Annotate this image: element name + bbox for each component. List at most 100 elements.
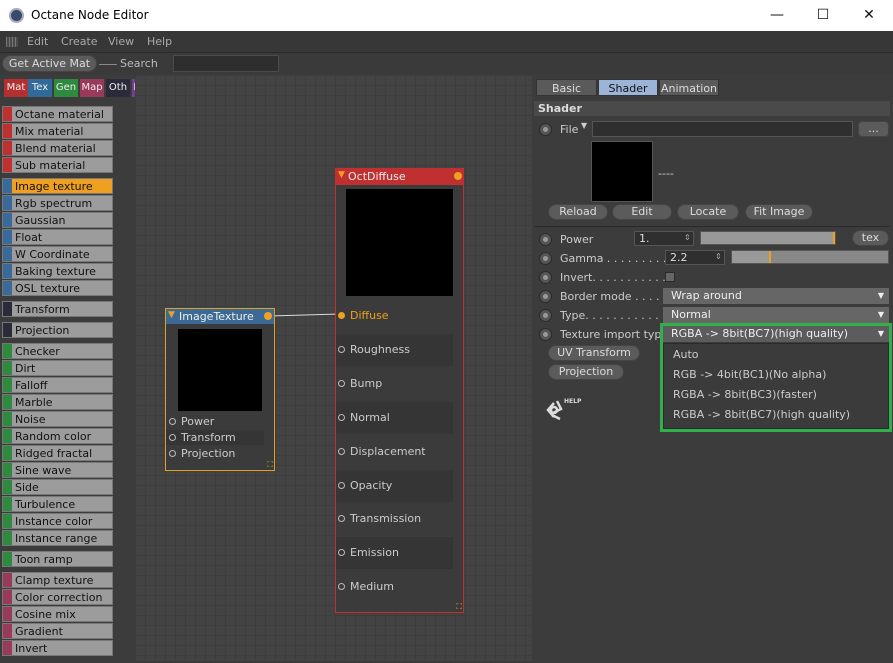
minimize-button[interactable]: — bbox=[754, 0, 800, 31]
oct-diffuse-header[interactable]: ▼ OctDiffuse bbox=[336, 169, 463, 185]
sidebar-item-blend-material[interactable]: Blend material bbox=[2, 140, 113, 156]
sidebar-item-octane-material[interactable]: Octane material bbox=[2, 106, 113, 122]
sidebar-item-image-texture[interactable]: Image texture bbox=[2, 178, 113, 194]
locate-button[interactable]: Locate bbox=[677, 204, 739, 220]
input-port-medium[interactable]: Medium bbox=[336, 571, 453, 604]
port-socket-icon[interactable] bbox=[338, 515, 345, 523]
sidebar-item-mix-material[interactable]: Mix material bbox=[2, 123, 113, 139]
node-canvas[interactable]: ▼ ImageTexture Power Transform Projection … bbox=[135, 75, 532, 661]
tab-shader[interactable]: Shader bbox=[598, 79, 658, 96]
power-slider[interactable] bbox=[700, 231, 836, 245]
sidebar-item-color-correction[interactable]: Color correction bbox=[2, 589, 113, 605]
output-port-icon[interactable] bbox=[264, 312, 272, 320]
reload-button[interactable]: Reload bbox=[548, 204, 608, 220]
port-socket-icon[interactable] bbox=[338, 447, 345, 455]
sidebar-item-ridged-fractal[interactable]: Ridged fractal bbox=[2, 445, 113, 461]
border-mode-dropdown[interactable]: Wrap around ▼ bbox=[663, 288, 889, 304]
sidebar-item-toon-ramp[interactable]: Toon ramp bbox=[2, 551, 113, 567]
file-menu-arrow-icon[interactable]: ▼ bbox=[581, 121, 587, 130]
sidebar-item-gradient[interactable]: Gradient bbox=[2, 623, 113, 639]
maximize-button[interactable]: ☐ bbox=[800, 0, 846, 31]
sidebar-item-cosine-mix[interactable]: Cosine mix bbox=[2, 606, 113, 622]
collapse-arrow-icon[interactable]: ▼ bbox=[168, 310, 175, 320]
port-socket-icon[interactable] bbox=[338, 583, 345, 591]
image-texture-header[interactable]: ▼ ImageTexture bbox=[166, 309, 274, 324]
import-option[interactable]: Auto bbox=[673, 348, 699, 361]
power-keyframe-radio[interactable] bbox=[539, 233, 552, 246]
file-keyframe-radio[interactable] bbox=[539, 123, 552, 136]
menu-create[interactable]: Create bbox=[61, 35, 98, 48]
grip-icon[interactable] bbox=[6, 37, 18, 47]
menu-help[interactable]: Help bbox=[147, 35, 172, 48]
sidebar-item-instance-color[interactable]: Instance color bbox=[2, 513, 113, 529]
import-option[interactable]: RGBA -> 8bit(BC3)(faster) bbox=[673, 388, 817, 401]
sidebar-item-random-color[interactable]: Random color bbox=[2, 428, 113, 444]
search-input[interactable] bbox=[173, 55, 279, 72]
sidebar-item-float[interactable]: Float bbox=[2, 229, 113, 245]
port-socket-icon[interactable] bbox=[169, 434, 176, 441]
sidebar-item-osl-texture[interactable]: OSL texture bbox=[2, 280, 113, 296]
sidebar-item-sine-wave[interactable]: Sine wave bbox=[2, 462, 113, 478]
category-tab-oth[interactable]: Oth bbox=[106, 79, 130, 97]
get-active-mat-button[interactable]: Get Active Mat bbox=[2, 55, 97, 72]
port-socket-icon[interactable] bbox=[338, 379, 345, 387]
file-path-field[interactable] bbox=[592, 121, 853, 137]
port-socket-icon[interactable] bbox=[338, 345, 345, 353]
import-option[interactable]: RGB -> 4bit(BC1)(No alpha) bbox=[673, 368, 826, 381]
input-port-power[interactable]: Power bbox=[166, 414, 264, 429]
sidebar-item-checker[interactable]: Checker bbox=[2, 343, 113, 359]
category-tab-map[interactable]: Map bbox=[80, 79, 104, 97]
sidebar-item-side[interactable]: Side bbox=[2, 479, 113, 495]
type-keyframe-radio[interactable] bbox=[539, 309, 552, 322]
category-tab-mat[interactable]: Mat bbox=[4, 79, 28, 97]
type-dropdown[interactable]: Normal ▼ bbox=[663, 307, 889, 323]
resize-handle-icon[interactable]: ⛶ bbox=[267, 460, 273, 470]
output-port-icon[interactable] bbox=[454, 172, 462, 180]
sidebar-item-baking-texture[interactable]: Baking texture bbox=[2, 263, 113, 279]
menu-edit[interactable]: Edit bbox=[27, 35, 48, 48]
input-port-transform[interactable]: Transform bbox=[166, 430, 264, 445]
oct-diffuse-node[interactable]: ▼ OctDiffuse Diffuse Roughness Bump Normal D… bbox=[335, 168, 464, 613]
sidebar-item-turbulence[interactable]: Turbulence bbox=[2, 496, 113, 512]
input-port-diffuse[interactable]: Diffuse bbox=[336, 300, 453, 332]
sidebar-item-sub-material[interactable]: Sub material bbox=[2, 157, 113, 173]
sidebar-item-transform[interactable]: Transform bbox=[2, 301, 113, 317]
sidebar-item-marble[interactable]: Marble bbox=[2, 394, 113, 410]
projection-button[interactable]: Projection bbox=[548, 364, 624, 380]
category-tab-tex[interactable]: Tex bbox=[28, 79, 52, 97]
input-port-roughness[interactable]: Roughness bbox=[336, 333, 453, 366]
sidebar-item-falloff[interactable]: Falloff bbox=[2, 377, 113, 393]
invert-keyframe-radio[interactable] bbox=[539, 271, 552, 284]
tab-animation[interactable]: Animation bbox=[659, 79, 719, 96]
invert-checkbox[interactable] bbox=[665, 272, 675, 282]
input-port-transmission[interactable]: Transmission bbox=[336, 503, 453, 536]
sidebar-item-instance-range[interactable]: Instance range bbox=[2, 530, 113, 546]
port-socket-icon[interactable] bbox=[338, 312, 345, 319]
port-socket-icon[interactable] bbox=[338, 413, 345, 421]
sidebar-item-clamp-texture[interactable]: Clamp texture bbox=[2, 572, 113, 588]
collapse-arrow-icon[interactable]: ▼ bbox=[338, 170, 345, 180]
image-texture-node[interactable]: ▼ ImageTexture Power Transform Projection … bbox=[165, 308, 275, 471]
sidebar-item-projection[interactable]: Projection bbox=[2, 322, 113, 338]
spinner-icon[interactable]: ⇕ bbox=[684, 233, 691, 242]
menu-view[interactable]: View bbox=[108, 35, 134, 48]
port-socket-icon[interactable] bbox=[169, 418, 176, 425]
input-port-emission[interactable]: Emission bbox=[336, 537, 453, 570]
sidebar-item-noise[interactable]: Noise bbox=[2, 411, 113, 427]
import-type-dropdown[interactable]: RGBA -> 8bit(BC7)(high quality) ▼ bbox=[663, 326, 889, 342]
browse-file-button[interactable]: ... bbox=[858, 121, 889, 137]
import-option[interactable]: RGBA -> 8bit(BC7)(high quality) bbox=[673, 408, 850, 421]
tab-basic[interactable]: Basic bbox=[536, 79, 597, 96]
input-port-normal[interactable]: Normal bbox=[336, 401, 453, 434]
port-socket-icon[interactable] bbox=[169, 450, 176, 457]
tex-button[interactable]: tex bbox=[852, 230, 889, 246]
edit-button[interactable]: Edit bbox=[612, 204, 672, 220]
port-socket-icon[interactable] bbox=[338, 549, 345, 557]
port-socket-icon[interactable] bbox=[338, 481, 345, 489]
resize-handle-icon[interactable]: ⛶ bbox=[456, 602, 462, 612]
help-icon[interactable]: HELP bbox=[540, 393, 584, 427]
uv-transform-button[interactable]: UV Transform bbox=[548, 345, 640, 361]
sidebar-item-gaussian-spectrum[interactable]: Gaussian spectrum bbox=[2, 212, 113, 243]
input-port-displacement[interactable]: Displacement bbox=[336, 435, 453, 468]
spinner-icon[interactable]: ⇕ bbox=[715, 252, 722, 261]
